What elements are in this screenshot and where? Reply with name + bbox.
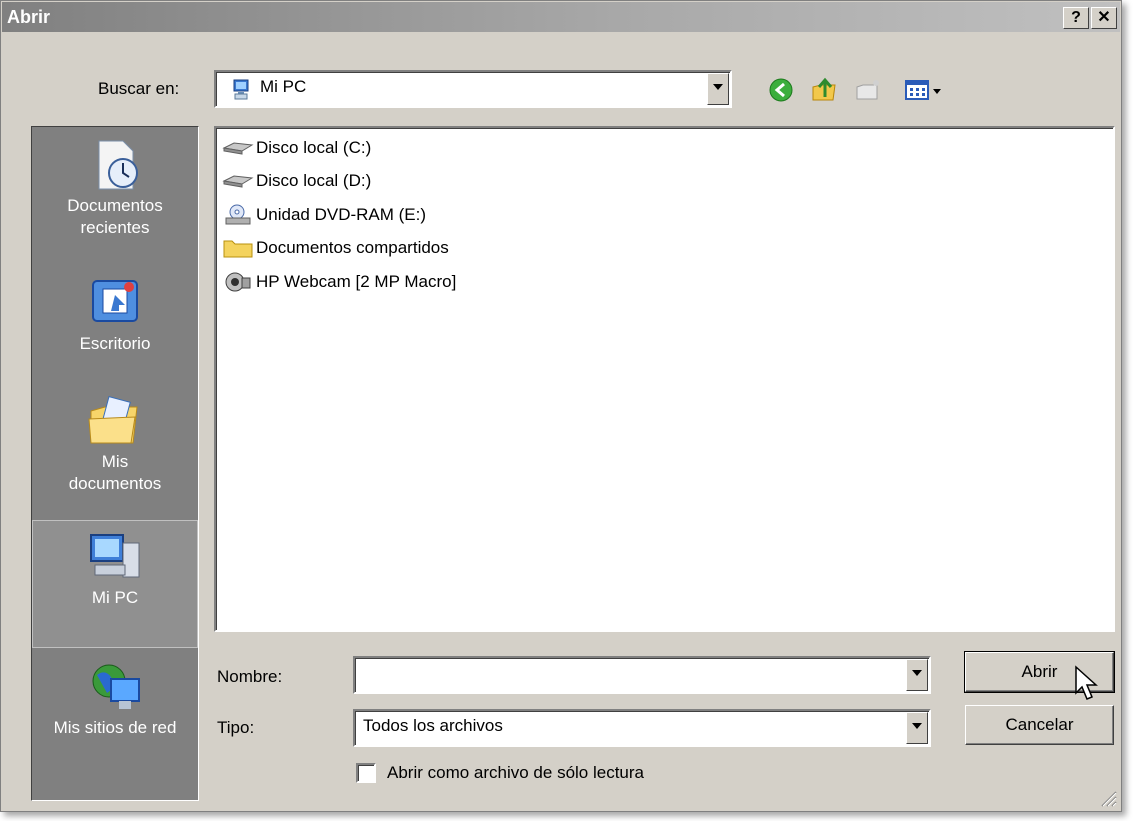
file-name: Unidad DVD-RAM (E:) — [256, 205, 427, 224]
readonly-label[interactable]: Abrir como archivo de sólo lectura — [387, 763, 644, 783]
mouse-cursor-icon — [1075, 665, 1098, 700]
filetype-combo[interactable]: Todos los archivos — [353, 709, 931, 747]
close-button[interactable]: ✕ — [1091, 7, 1117, 29]
filename-combo[interactable] — [353, 656, 931, 694]
file-list[interactable]: Disco local (C:) Disco local (D:) Unidad… — [214, 126, 1115, 632]
list-item[interactable]: Unidad DVD-RAM (E:) — [220, 200, 426, 230]
dialog-title: Abrir — [7, 7, 51, 27]
place-label: Escritorio — [79, 334, 151, 353]
new-folder-icon[interactable] — [853, 75, 883, 105]
lookin-combo[interactable]: Mi PC — [214, 70, 732, 108]
place-label: Documentos — [67, 196, 163, 215]
place-desktop[interactable]: Escritorio — [32, 267, 198, 377]
filetype-dropdown-button[interactable] — [906, 712, 928, 744]
network-places-icon — [92, 664, 140, 709]
file-name: Disco local (C:) — [256, 138, 372, 157]
place-label: Mis — [101, 452, 129, 471]
file-name: Documentos compartidos — [256, 238, 449, 257]
lookin-dropdown-button[interactable] — [707, 73, 729, 105]
readonly-checkbox[interactable] — [356, 763, 376, 783]
computer-icon — [233, 79, 249, 100]
lookin-label: Buscar en: — [98, 79, 180, 98]
place-label: documentos — [68, 474, 162, 493]
recent-documents-icon — [98, 140, 138, 190]
filetype-label: Tipo: — [217, 718, 255, 737]
filetype-value: Todos los archivos — [363, 716, 503, 735]
file-name: HP Webcam [2 MP Macro] — [256, 272, 457, 291]
my-documents-icon — [88, 396, 138, 444]
lookin-value: Mi PC — [260, 77, 307, 96]
place-label: Mis sitios de red — [53, 718, 177, 737]
place-label: recientes — [80, 218, 150, 237]
file-name: Disco local (D:) — [256, 171, 372, 190]
hard-drive-icon — [222, 142, 254, 155]
list-item[interactable]: Disco local (C:) — [220, 133, 371, 163]
list-item[interactable]: Disco local (D:) — [220, 166, 371, 196]
place-recent-documents[interactable]: Documentos recientes — [32, 129, 198, 259]
list-item[interactable]: HP Webcam [2 MP Macro] — [220, 267, 456, 297]
help-button[interactable]: ? — [1063, 7, 1089, 29]
cancel-button[interactable]: Cancelar — [965, 705, 1114, 745]
places-bar: Documentos recientes Escritorio Mis docu… — [31, 126, 199, 801]
resize-grip-icon[interactable] — [1099, 789, 1117, 807]
dvd-drive-icon — [225, 204, 251, 225]
filename-dropdown-button[interactable] — [906, 659, 928, 691]
my-computer-icon — [90, 534, 140, 578]
back-arrow-icon[interactable] — [766, 75, 796, 105]
webcam-icon — [225, 272, 251, 292]
filename-label: Nombre: — [217, 667, 283, 686]
hard-drive-icon — [222, 175, 254, 188]
views-menu-icon[interactable] — [903, 75, 953, 105]
up-folder-icon[interactable] — [809, 75, 839, 105]
title-bar[interactable]: Abrir ? ✕ — [2, 2, 1120, 32]
place-my-computer[interactable]: Mi PC — [32, 520, 198, 648]
folder-icon — [223, 240, 253, 258]
place-my-documents[interactable]: Mis documentos — [32, 385, 198, 515]
desktop-icon — [92, 280, 138, 322]
place-network[interactable]: Mis sitios de red — [32, 651, 198, 761]
list-item[interactable]: Documentos compartidos — [220, 233, 449, 263]
place-label: Mi PC — [91, 588, 139, 607]
open-dialog: Abrir ? ✕ Buscar en: Mi PC Documentos re… — [0, 0, 1122, 812]
